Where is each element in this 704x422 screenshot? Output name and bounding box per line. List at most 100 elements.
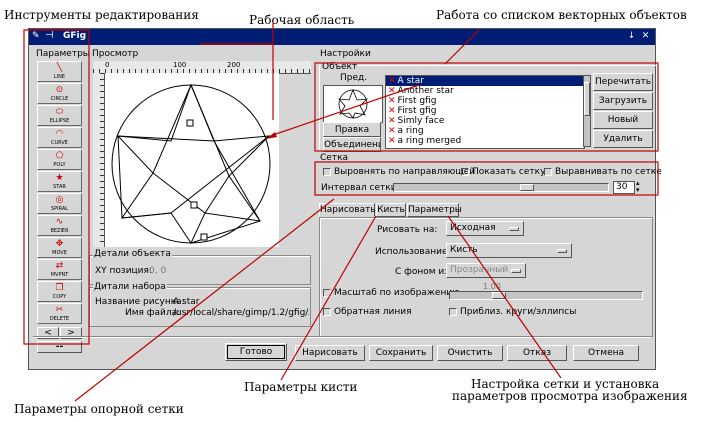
list-item[interactable]: ✕ a ring bbox=[386, 126, 584, 136]
preview-ruler-left bbox=[93, 73, 105, 247]
undo-button[interactable]: Отказ bbox=[507, 345, 567, 361]
tab-brush[interactable]: Кисть bbox=[376, 203, 406, 217]
cancel-button[interactable]: Отмена bbox=[573, 345, 639, 361]
scale-value: 1.00 bbox=[483, 282, 501, 291]
annotation-vector-list: Работа со списком векторных объектов bbox=[436, 8, 687, 22]
list-item[interactable]: ✕ First gfig bbox=[386, 96, 584, 106]
tool-star-button[interactable]: ★ STAR bbox=[37, 171, 82, 192]
settings-label: Настройки bbox=[319, 49, 372, 59]
grid-spacing-value: 30 bbox=[616, 182, 628, 192]
object-name: Simly face bbox=[397, 116, 445, 126]
grid-spacing-slider-thumb[interactable] bbox=[520, 184, 534, 191]
picture-name-value: A star bbox=[173, 297, 200, 307]
with-bg-dropdown[interactable]: Прозрачный bbox=[446, 263, 526, 278]
xy-position-value: 0, 0 bbox=[149, 266, 167, 276]
close-button[interactable]: ✕ bbox=[640, 31, 651, 42]
scrollbar-thumb[interactable] bbox=[584, 82, 590, 116]
tool-move-button[interactable]: ✥ MOVE bbox=[37, 237, 82, 258]
tool-line-button[interactable]: ╲ LINE bbox=[37, 61, 82, 82]
merge-button[interactable]: Объединение bbox=[323, 137, 381, 152]
approx-circles-checkbox[interactable]: Приблиз. круги/эллипсы bbox=[449, 307, 576, 317]
tool-label: MOVE bbox=[52, 250, 67, 256]
params-label: Параметры bbox=[35, 49, 91, 59]
tool-bezier-button[interactable]: ∿ BEZIER bbox=[37, 215, 82, 236]
using-dropdown[interactable]: Кисть bbox=[446, 243, 572, 258]
line-icon: ╲ bbox=[56, 63, 63, 73]
curve-icon: ◠ bbox=[55, 129, 64, 139]
object-list-scrollbar[interactable] bbox=[583, 75, 591, 147]
tool-label: DELETE bbox=[49, 316, 70, 322]
grid-spacing-label: Интервал сетки: bbox=[321, 183, 400, 193]
done-button[interactable]: Готово bbox=[225, 343, 287, 361]
clear-button[interactable]: Очистить bbox=[437, 345, 503, 361]
more-tools-button[interactable]: -- bbox=[37, 341, 82, 353]
cross-icon: ✕ bbox=[388, 106, 396, 116]
tool-curve-button[interactable]: ◠ CURVE bbox=[37, 127, 82, 148]
list-item[interactable]: ✕ a ring merged bbox=[386, 136, 584, 146]
tab-draw[interactable]: Нарисовать bbox=[319, 203, 376, 217]
tool-delete-button[interactable]: ✂ DELETE bbox=[37, 303, 82, 324]
annotation-grid-setup-2: параметров просмотра изображения bbox=[452, 389, 688, 403]
preview-canvas[interactable] bbox=[105, 73, 279, 247]
scale-to-image-checkbox[interactable]: Масштаб по изображению bbox=[323, 288, 460, 298]
star-shape bbox=[116, 83, 271, 245]
ruler-mark-100: 100 bbox=[173, 61, 187, 69]
object-preview-label: Пред. bbox=[340, 73, 368, 83]
delete-icon: ✂ bbox=[55, 305, 64, 315]
tool-label: LINE bbox=[53, 74, 66, 80]
list-item[interactable]: ✕ First gfig bbox=[386, 106, 584, 116]
tool-ellipse-button[interactable]: ⬭ ELLIPSE bbox=[37, 105, 82, 126]
grid-label: Сетка bbox=[319, 153, 350, 163]
cross-icon: ✕ bbox=[388, 76, 396, 86]
window-menu-icon[interactable]: ✎ bbox=[32, 31, 40, 41]
object-name: Another star bbox=[397, 86, 454, 96]
draw-on-dropdown[interactable]: Исходная bbox=[446, 221, 524, 236]
object-list[interactable]: ✕ A star ✕ Another star ✕ First gfig ✕ First gf… bbox=[385, 75, 585, 149]
draw-on-label: Рисовать на: bbox=[377, 225, 438, 235]
tool-copy-button[interactable]: ❐ COPY bbox=[37, 281, 82, 302]
new-button[interactable]: Новый bbox=[593, 111, 653, 129]
list-item[interactable]: ✕ Another star bbox=[386, 86, 584, 96]
tool-label: CURVE bbox=[51, 140, 68, 146]
tool-mvpnt-button[interactable]: ⇄ MVPNT bbox=[37, 259, 82, 280]
tool-spiral-button[interactable]: ◎ SPIRAL bbox=[37, 193, 82, 214]
object-name: First gfig bbox=[397, 106, 437, 116]
grid-spacing-spinbox[interactable]: 30 bbox=[613, 181, 635, 194]
file-name-value: /usr/local/share/gimp/1.2/gfig/A_star bbox=[173, 308, 309, 318]
list-item[interactable]: ✕ A star bbox=[386, 76, 584, 86]
edit-button[interactable]: Правка bbox=[323, 122, 381, 137]
tool-poly-button[interactable]: ⬠ POLY bbox=[37, 149, 82, 170]
tool-circle-button[interactable]: ⊙ CIRCLE bbox=[37, 83, 82, 104]
tab-bar: Нарисовать Кисть Параметры bbox=[319, 203, 659, 217]
gfig-window: ✎ ⊣ GFig ↓ ✕ Параметры ╲ LINE ⊙ CIRCLE ⬭ ELLI… bbox=[28, 28, 662, 370]
reverse-line-checkbox[interactable]: Обратная линия bbox=[323, 307, 412, 317]
object-name: First gfig bbox=[397, 96, 437, 106]
scale-slider[interactable] bbox=[449, 291, 643, 300]
annotation-grid-params: Параметры опорной сетки bbox=[14, 402, 184, 416]
grid-spacing-slider[interactable] bbox=[393, 183, 609, 192]
cross-icon: ✕ bbox=[388, 136, 396, 146]
object-details-label: Детали объекта bbox=[93, 249, 172, 259]
delete-button[interactable]: Удалить bbox=[593, 130, 653, 148]
with-bg-label: С фоном из: bbox=[395, 267, 453, 277]
paint-button[interactable]: Нарисовать bbox=[295, 345, 365, 361]
snap-to-guide-checkbox[interactable]: Выровнять по направляющей bbox=[323, 167, 475, 177]
tool-label: BEZIER bbox=[50, 228, 69, 234]
minimize-button[interactable]: ↓ bbox=[626, 31, 637, 42]
list-item[interactable]: ✕ Simly face bbox=[386, 116, 584, 126]
tool-label: MVPNT bbox=[50, 272, 69, 278]
scale-slider-thumb[interactable] bbox=[492, 292, 506, 299]
star-icon: ★ bbox=[55, 173, 64, 183]
reload-button[interactable]: Перечитать bbox=[593, 73, 653, 91]
pin-icon[interactable]: ⊣ bbox=[45, 30, 54, 41]
xy-position-label: XY позиция: bbox=[95, 266, 152, 276]
save-button[interactable]: Сохранить bbox=[369, 345, 433, 361]
show-grid-checkbox[interactable]: Показать сетку bbox=[461, 167, 545, 177]
load-button[interactable]: Загрузить bbox=[593, 92, 653, 110]
tool-label: SPIRAL bbox=[50, 206, 69, 212]
spin-arrows-icon[interactable]: ▴ ▾ bbox=[636, 180, 640, 194]
tab-params[interactable]: Параметры bbox=[407, 203, 462, 217]
set-details-frame bbox=[89, 287, 311, 327]
snap-to-grid-checkbox[interactable]: Выравнивать по сетке bbox=[544, 167, 662, 177]
object-name: a ring bbox=[397, 126, 424, 136]
